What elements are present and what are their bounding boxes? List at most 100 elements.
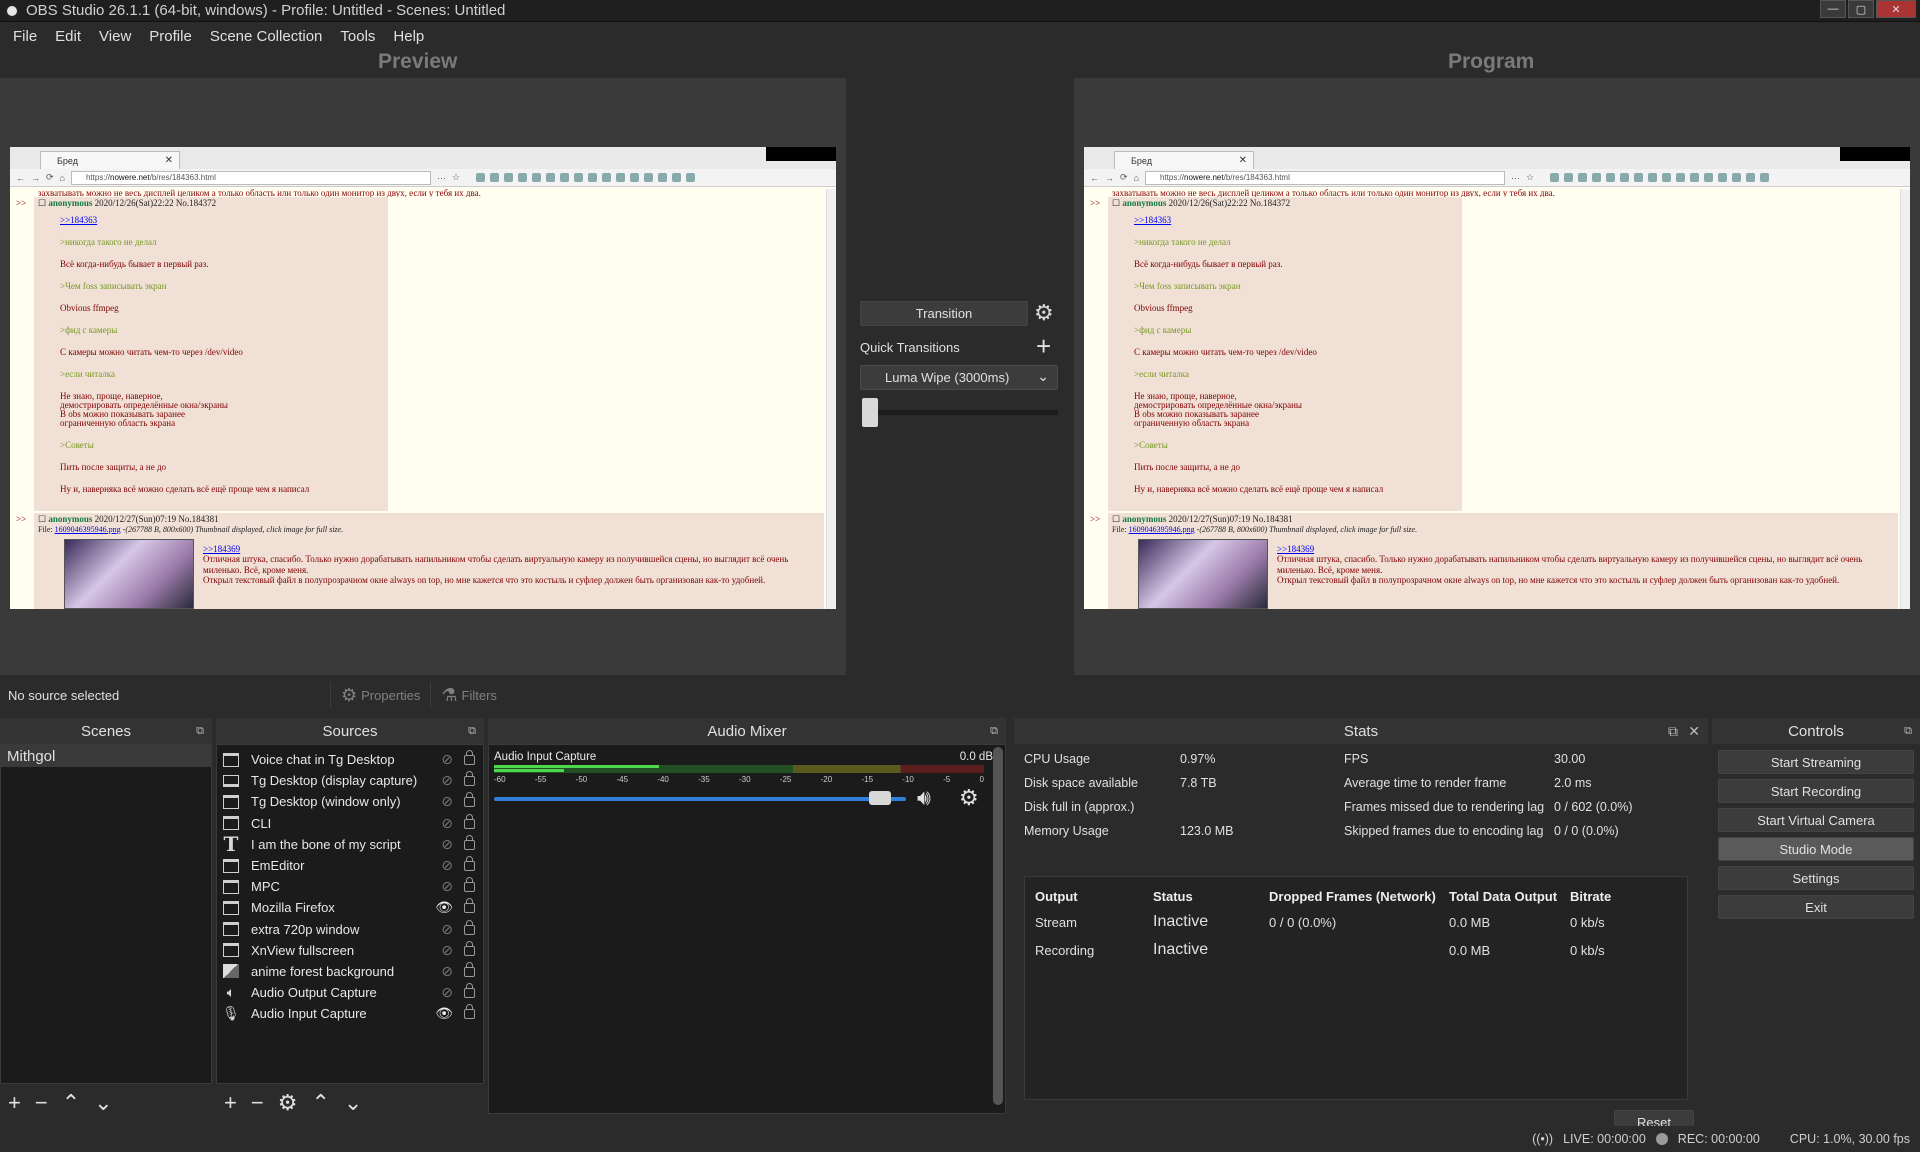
menu-scene-collection[interactable]: Scene Collection (201, 28, 332, 45)
window-icon (223, 900, 239, 915)
eye-hidden-icon[interactable]: ⊘ (441, 815, 453, 832)
settings-button[interactable]: Settings (1718, 866, 1914, 890)
tbar-handle[interactable] (862, 398, 878, 427)
undock-icon[interactable]: ⧉ (468, 725, 476, 738)
eye-hidden-icon[interactable]: ⊘ (441, 942, 453, 959)
unlock-icon[interactable] (464, 771, 475, 787)
source-item[interactable]: extra 720p window ⊘ (217, 919, 483, 940)
tbar-track[interactable] (862, 410, 1058, 415)
menu-tools[interactable]: Tools (331, 28, 384, 45)
unlock-icon[interactable] (464, 961, 475, 977)
eye-hidden-icon[interactable]: ⊘ (441, 772, 453, 789)
unlock-icon[interactable] (464, 834, 475, 850)
menu-help[interactable]: Help (384, 28, 433, 45)
meter-tick-label: 0 (979, 775, 984, 784)
undock-icon[interactable]: ⧉ (990, 725, 998, 738)
eye-hidden-icon[interactable]: ⊘ (441, 878, 453, 895)
source-item[interactable]: 🎙︎ Audio Input Capture 👁︎ (217, 1003, 483, 1024)
bookmark-star-icon: ☆ (451, 172, 461, 182)
source-item[interactable]: 🔈︎ Audio Output Capture ⊘ (217, 982, 483, 1003)
url-prefix: https:// (1159, 173, 1184, 182)
start-virtual-camera-button[interactable]: Start Virtual Camera (1718, 808, 1914, 832)
undock-icon[interactable]: ⧉ (196, 725, 204, 738)
add-source-icon[interactable]: + (224, 1090, 237, 1116)
unlock-icon[interactable] (464, 855, 475, 871)
move-down-icon[interactable]: ⌄ (344, 1090, 362, 1116)
source-item[interactable]: Mozilla Firefox 👁︎ (217, 897, 483, 918)
post-line: >если читалка (1134, 369, 1190, 379)
start-recording-button[interactable]: Start Recording (1718, 779, 1914, 803)
post-line: Ну и, наверняка всё можно сделать всё ещ… (1134, 484, 1384, 494)
eye-hidden-icon[interactable]: ⊘ (441, 921, 453, 938)
source-item[interactable]: Voice chat in Tg Desktop ⊘ (217, 749, 483, 770)
eye-hidden-icon[interactable]: ⊘ (441, 984, 453, 1001)
close-icon[interactable]: ✕ (1876, 0, 1916, 18)
maximize-icon[interactable]: ▢ (1848, 0, 1874, 18)
source-item[interactable]: Tg Desktop (display capture) ⊘ (217, 770, 483, 791)
meter-tick-label: -15 (861, 775, 874, 784)
source-item[interactable]: MPC ⊘ (217, 876, 483, 897)
reload-icon: ⟳ (46, 172, 54, 182)
stats-label: Skipped frames due to encoding lag (1344, 824, 1544, 838)
extension-icon (490, 173, 500, 182)
transition-gear-icon[interactable]: ⚙ (1034, 302, 1054, 324)
scene-item[interactable]: Mithgol (1, 745, 211, 767)
move-down-icon[interactable]: ⌄ (94, 1090, 112, 1116)
unlock-icon[interactable] (464, 940, 475, 956)
source-item[interactable]: EmEditor ⊘ (217, 855, 483, 876)
remove-source-icon[interactable]: − (251, 1090, 264, 1116)
filters-button[interactable]: ⚗ Filters (430, 682, 507, 708)
unlock-icon[interactable] (464, 919, 475, 935)
undock-icon[interactable]: ⧉ (1668, 723, 1678, 740)
menu-profile[interactable]: Profile (140, 28, 201, 45)
unlock-icon[interactable] (464, 1004, 475, 1020)
menu-file[interactable]: File (4, 28, 46, 45)
move-up-icon[interactable]: ⌃ (311, 1090, 329, 1116)
studio-mode-button[interactable]: Studio Mode (1718, 837, 1914, 861)
transition-button[interactable]: Transition (860, 301, 1028, 326)
volume-slider-handle[interactable] (868, 791, 891, 805)
eye-icon[interactable]: 👁︎ (435, 1005, 453, 1022)
exit-button[interactable]: Exit (1718, 895, 1914, 919)
unlock-icon[interactable] (464, 813, 475, 829)
menu-edit[interactable]: Edit (46, 28, 90, 45)
minimize-icon[interactable]: — (1820, 0, 1846, 18)
mixer-gear-icon[interactable]: ⚙ (959, 785, 979, 811)
source-item[interactable]: anime forest background ⊘ (217, 961, 483, 982)
source-item[interactable]: CLI ⊘ (217, 813, 483, 834)
eye-icon[interactable]: 👁︎ (435, 899, 453, 916)
close-icon[interactable]: ✕ (1688, 723, 1700, 740)
eye-hidden-icon[interactable]: ⊘ (441, 836, 453, 853)
source-properties-gear-icon[interactable]: ⚙ (278, 1090, 298, 1116)
add-scene-icon[interactable]: + (8, 1090, 21, 1116)
unlock-icon[interactable] (464, 877, 475, 893)
status-bar: ((•)) LIVE: 00:00:00 REC: 00:00:00 CPU: … (0, 1126, 1920, 1152)
post-line[interactable]: >>184363 (1134, 216, 1458, 225)
extension-icons (1550, 173, 1770, 182)
menu-view[interactable]: View (90, 28, 140, 45)
source-item[interactable]: Tg Desktop (window only) ⊘ (217, 791, 483, 812)
source-item[interactable]: T I am the bone of my script ⊘ (217, 832, 483, 856)
controls-dock: Controls ⧉ Start Streaming Start Recordin… (1712, 718, 1920, 1122)
window-controls: — ▢ ✕ (1818, 0, 1916, 18)
start-streaming-button[interactable]: Start Streaming (1718, 750, 1914, 774)
unlock-icon[interactable] (464, 983, 475, 999)
source-item[interactable]: XnView fullscreen ⊘ (217, 940, 483, 961)
unlock-icon[interactable] (464, 898, 475, 914)
speaker-icon[interactable]: 🔊︎ (917, 785, 931, 811)
add-quick-transition-icon[interactable]: + (1036, 333, 1051, 359)
eye-hidden-icon[interactable]: ⊘ (441, 793, 453, 810)
undock-icon[interactable]: ⧉ (1904, 725, 1912, 738)
remove-scene-icon[interactable]: − (35, 1090, 48, 1116)
mixer-scrollbar[interactable] (993, 747, 1003, 1105)
properties-button[interactable]: ⚙ Properties (330, 682, 430, 708)
eye-hidden-icon[interactable]: ⊘ (441, 751, 453, 768)
move-up-icon[interactable]: ⌃ (62, 1090, 80, 1116)
eye-hidden-icon[interactable]: ⊘ (441, 963, 453, 980)
eye-hidden-icon[interactable]: ⊘ (441, 857, 453, 874)
volume-slider[interactable] (494, 797, 906, 801)
post-line[interactable]: >>184363 (60, 216, 384, 225)
unlock-icon[interactable] (464, 750, 475, 765)
transition-select[interactable]: Luma Wipe (3000ms) ⌄ (860, 365, 1058, 390)
unlock-icon[interactable] (464, 792, 475, 808)
